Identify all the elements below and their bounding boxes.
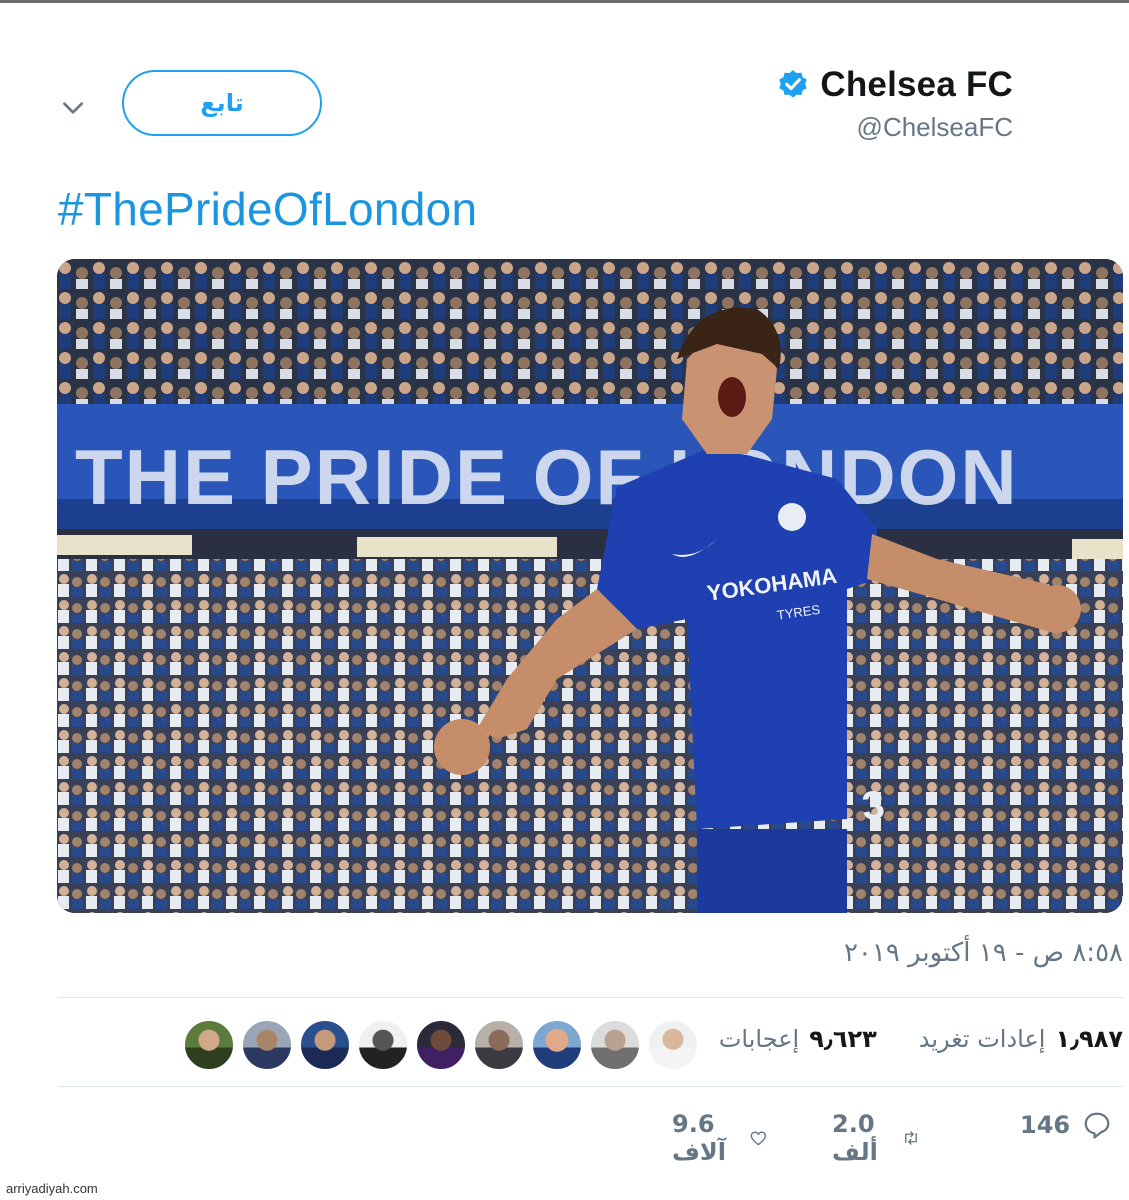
tweet-hashtag-link[interactable]: #ThePrideOfLondon [58,182,477,236]
avatar[interactable] [474,1020,524,1070]
avatar[interactable] [184,1020,234,1070]
likes-count[interactable]: ٩٫٦٢٣ [809,1025,877,1053]
tweet-photo[interactable]: THE PRIDE OF LONDON YOKOHAMA TYRES 3 [57,259,1123,913]
display-name[interactable]: Chelsea FC [820,65,1013,105]
top-border [0,0,1129,3]
like-count: 9.6 آلاف [672,1110,726,1166]
reply-icon [1084,1112,1110,1139]
banner-text: THE PRIDE OF LONDON [75,433,1019,521]
retweets-count[interactable]: ١٫٩٨٧ [1055,1025,1123,1053]
shirt-number: 3 [860,783,887,829]
reply-count: 146 [1020,1111,1071,1139]
avatar[interactable] [532,1020,582,1070]
avatar[interactable] [300,1020,350,1070]
avatar[interactable] [358,1020,408,1070]
retweet-count: 2.0 ألف [832,1110,878,1166]
tweet-timestamp[interactable]: ٨:٥٨ ص - ١٩ أكتوبر ٢٠١٩ [844,938,1123,968]
upper-crowd [57,259,1123,409]
retweet-action[interactable]: 2.0 ألف [832,1110,920,1166]
avatar[interactable] [416,1020,466,1070]
verified-badge-icon [779,70,808,98]
avatar[interactable] [590,1020,640,1070]
retweets-label[interactable]: إعادات تغريد [919,1025,1046,1053]
chevron-down-icon[interactable] [60,95,86,121]
watermark: arriyadiyah.com [6,1181,98,1196]
likes-label[interactable]: إعجابات [719,1025,799,1053]
like-action[interactable]: 9.6 آلاف [672,1110,768,1166]
user-handle[interactable]: @ChelseaFC [857,112,1013,143]
divider [58,1086,1124,1087]
heart-icon [750,1131,767,1146]
avatar[interactable] [242,1020,292,1070]
liker-avatars [184,1020,698,1070]
follow-button[interactable]: تابع [122,70,322,136]
tweet-stats: ١٫٩٨٧ إعادات تغريد ٩٫٦٢٣ إعجابات [719,1025,1123,1053]
reply-action[interactable]: 146 [1020,1110,1112,1140]
avatar[interactable] [648,1020,698,1070]
divider [58,997,1124,998]
retweet-icon [904,1131,917,1145]
author-name-row[interactable]: Chelsea FC [776,63,1013,107]
